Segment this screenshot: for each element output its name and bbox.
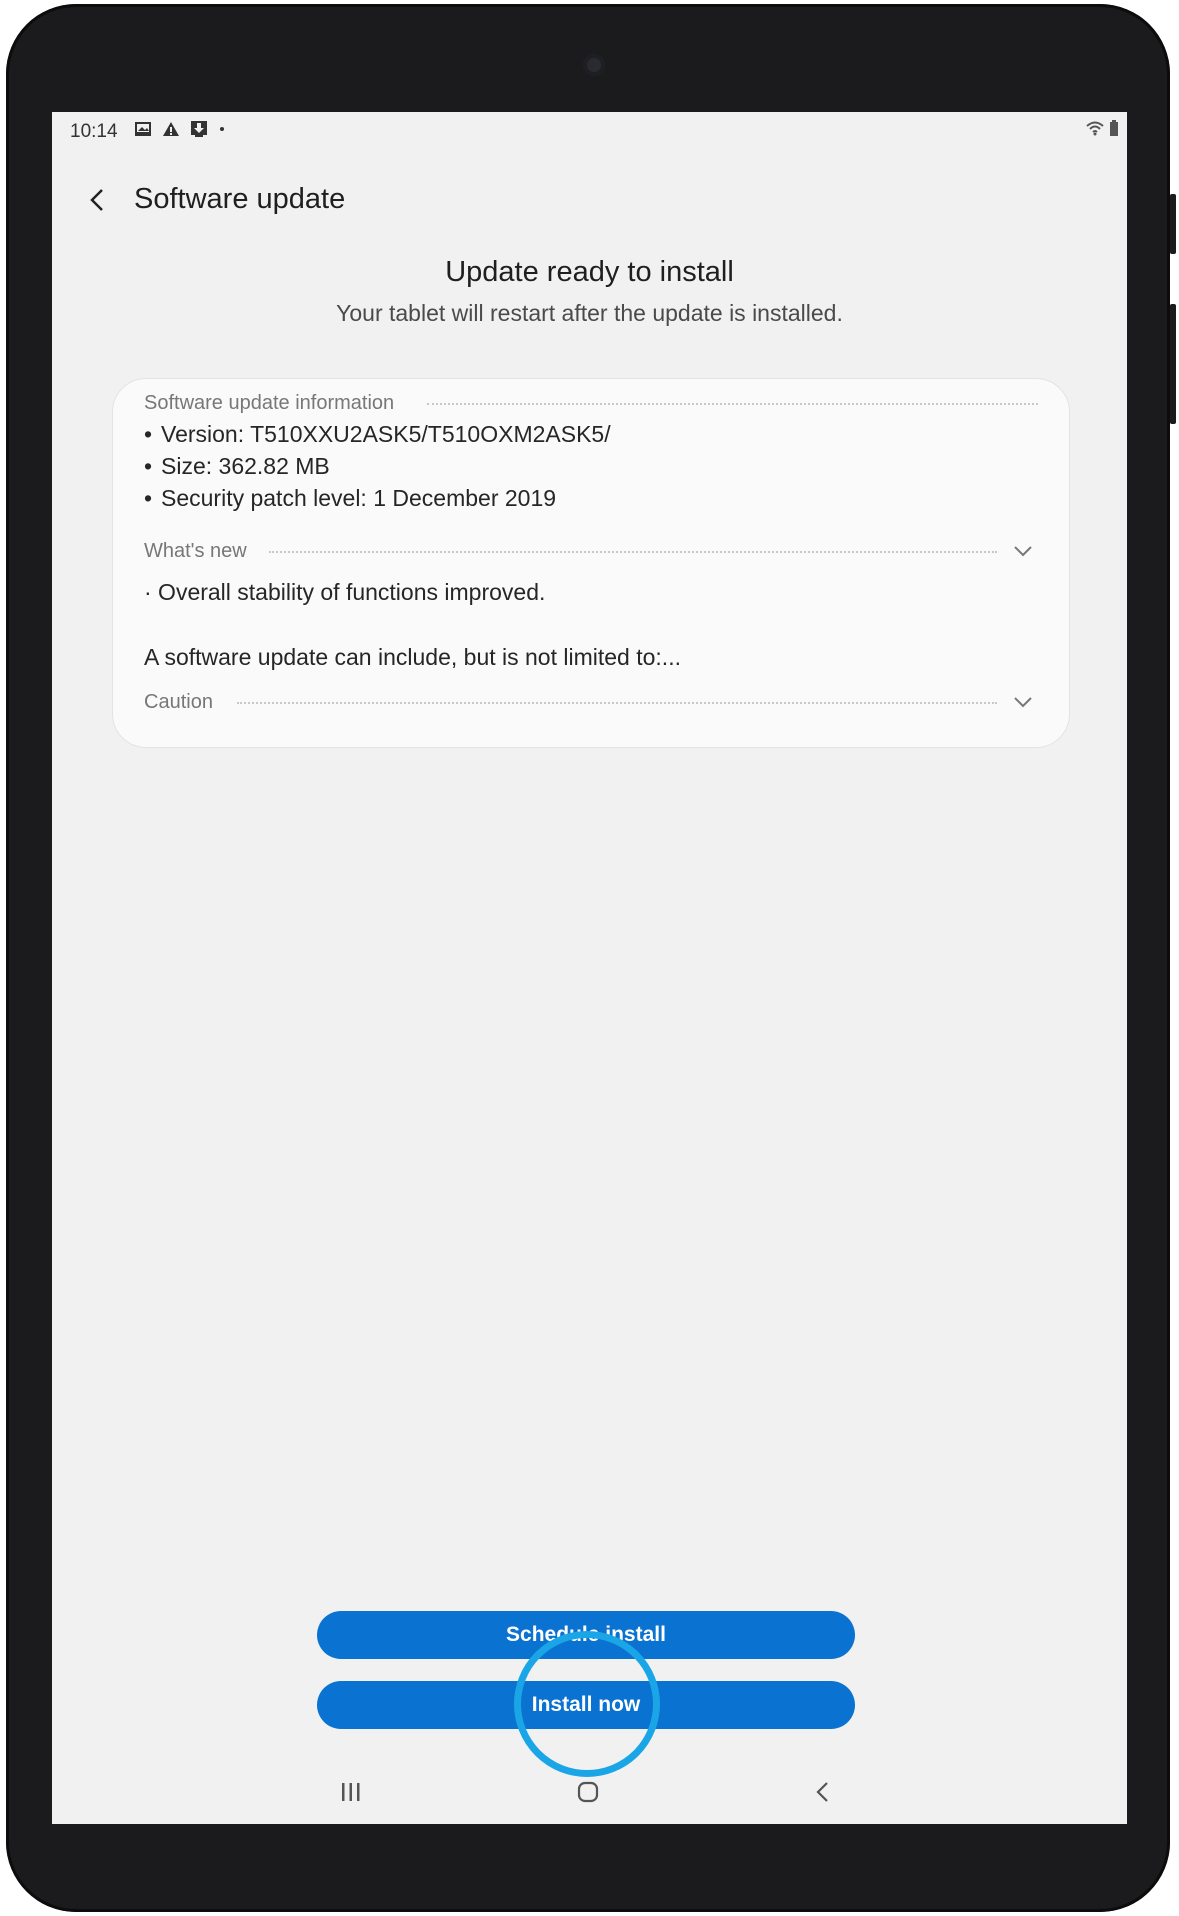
notification-icons: [134, 120, 226, 138]
whats-new-heading: What's new: [144, 539, 247, 562]
divider: [427, 403, 1038, 405]
navigation-bar: [52, 1762, 1127, 1822]
battery-icon: [1110, 120, 1118, 136]
update-info-card: Software update information • Version: T5…: [112, 378, 1070, 748]
volume-button: [1170, 194, 1176, 254]
page-title: Software update: [134, 183, 346, 215]
tablet-frame: 10:14 Software update Update ready to in…: [6, 4, 1176, 1912]
wifi-icon: [1086, 121, 1104, 136]
download-icon: [191, 121, 207, 137]
status-time: 10:14: [70, 121, 118, 142]
list-item: • Size: 362.82 MB: [144, 453, 330, 479]
chevron-down-icon[interactable]: [1009, 537, 1037, 565]
whats-new-text: · Overall stability of functions improve…: [144, 579, 546, 605]
update-status-subtitle: Your tablet will restart after the updat…: [336, 300, 843, 326]
nav-back-button[interactable]: [793, 1768, 853, 1816]
dot-icon: [220, 127, 224, 131]
schedule-install-button[interactable]: Schedule install: [317, 1611, 855, 1659]
whats-new-summary: A software update can include, but is no…: [144, 644, 681, 670]
chevron-down-icon[interactable]: [1009, 688, 1037, 716]
power-button: [1170, 304, 1176, 424]
system-icons: [1085, 120, 1119, 136]
info-section-heading: Software update information: [144, 391, 395, 414]
back-arrow-icon: [90, 189, 103, 211]
recents-button[interactable]: [321, 1768, 381, 1816]
update-status-title: Update ready to install: [445, 256, 734, 288]
divider: [269, 551, 997, 553]
home-icon: [577, 1781, 599, 1803]
home-button[interactable]: [558, 1768, 618, 1816]
recents-icon: [342, 1783, 360, 1801]
status-bar: 10:14: [52, 112, 1127, 148]
back-icon: [816, 1782, 828, 1802]
front-camera: [583, 54, 605, 76]
install-now-button[interactable]: Install now: [317, 1681, 855, 1729]
list-item: • Security patch level: 1 December 2019: [144, 485, 557, 511]
warning-icon: [163, 122, 179, 136]
app-bar: Software update: [52, 156, 1127, 246]
gallery-icon: [135, 122, 151, 136]
caution-heading: Caution: [144, 690, 213, 713]
list-item: • Version: T510XXU2ASK5/T510OXM2ASK5/: [144, 421, 611, 447]
screen: 10:14 Software update Update ready to in…: [52, 112, 1127, 1824]
divider: [237, 702, 997, 704]
back-button[interactable]: [70, 172, 126, 228]
